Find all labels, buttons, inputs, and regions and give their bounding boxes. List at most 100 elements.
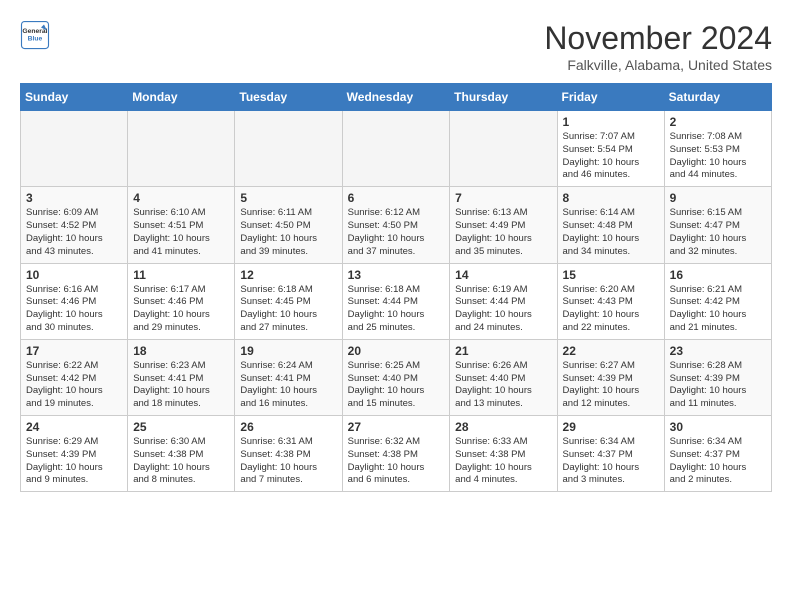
day-info: Sunrise: 6:33 AM Sunset: 4:38 PM Dayligh… xyxy=(455,436,551,487)
day-number: 4 xyxy=(133,191,229,205)
day-info: Sunrise: 6:23 AM Sunset: 4:41 PM Dayligh… xyxy=(133,360,229,411)
day-number: 29 xyxy=(563,420,659,434)
calendar-cell: 8 Sunrise: 6:14 AM Sunset: 4:48 PM Daylig… xyxy=(557,187,664,263)
day-info: Sunrise: 6:34 AM Sunset: 4:37 PM Dayligh… xyxy=(563,436,659,487)
page-header: General Blue November 2024 Falkville, Al… xyxy=(20,20,772,73)
day-number: 10 xyxy=(26,268,122,282)
day-info: Sunrise: 6:32 AM Sunset: 4:38 PM Dayligh… xyxy=(348,436,445,487)
day-number: 9 xyxy=(670,191,766,205)
day-number: 21 xyxy=(455,344,551,358)
calendar-week-row: 24Sunrise: 6:29 AM Sunset: 4:39 PM Dayli… xyxy=(21,416,772,492)
calendar-cell: 2 Sunrise: 7:08 AM Sunset: 5:53 PM Daylig… xyxy=(664,111,771,187)
calendar-cell xyxy=(235,111,342,187)
calendar-week-row: 17 Sunrise: 6:22 AM Sunset: 4:42 PM Dayli… xyxy=(21,339,772,415)
calendar-cell xyxy=(342,111,450,187)
day-info: Sunrise: 6:11 AM Sunset: 4:50 PM Dayligh… xyxy=(240,207,336,258)
logo-icon: General Blue xyxy=(20,20,50,50)
day-number: 16 xyxy=(670,268,766,282)
day-number: 2 xyxy=(670,115,766,129)
calendar-cell: 24Sunrise: 6:29 AM Sunset: 4:39 PM Dayli… xyxy=(21,416,128,492)
day-info: Sunrise: 6:10 AM Sunset: 4:51 PM Dayligh… xyxy=(133,207,229,258)
calendar-cell xyxy=(21,111,128,187)
calendar-cell: 3Sunrise: 6:09 AM Sunset: 4:52 PM Daylig… xyxy=(21,187,128,263)
calendar-cell: 27 Sunrise: 6:32 AM Sunset: 4:38 PM Dayli… xyxy=(342,416,450,492)
day-info: Sunrise: 6:21 AM Sunset: 4:42 PM Dayligh… xyxy=(670,284,766,335)
day-number: 27 xyxy=(348,420,445,434)
calendar-cell: 11Sunrise: 6:17 AM Sunset: 4:46 PM Dayli… xyxy=(128,263,235,339)
day-number: 28 xyxy=(455,420,551,434)
day-info: Sunrise: 6:31 AM Sunset: 4:38 PM Dayligh… xyxy=(240,436,336,487)
day-info: Sunrise: 6:20 AM Sunset: 4:43 PM Dayligh… xyxy=(563,284,659,335)
day-number: 7 xyxy=(455,191,551,205)
weekday-header-wednesday: Wednesday xyxy=(342,84,450,111)
calendar-table: SundayMondayTuesdayWednesdayThursdayFrid… xyxy=(20,83,772,492)
day-info: Sunrise: 6:16 AM Sunset: 4:46 PM Dayligh… xyxy=(26,284,122,335)
day-number: 30 xyxy=(670,420,766,434)
weekday-header-row: SundayMondayTuesdayWednesdayThursdayFrid… xyxy=(21,84,772,111)
day-number: 19 xyxy=(240,344,336,358)
day-number: 24 xyxy=(26,420,122,434)
day-info: Sunrise: 6:12 AM Sunset: 4:50 PM Dayligh… xyxy=(348,207,445,258)
day-info: Sunrise: 6:24 AM Sunset: 4:41 PM Dayligh… xyxy=(240,360,336,411)
calendar-cell: 20 Sunrise: 6:25 AM Sunset: 4:40 PM Dayli… xyxy=(342,339,450,415)
day-number: 14 xyxy=(455,268,551,282)
calendar-cell: 19 Sunrise: 6:24 AM Sunset: 4:41 PM Dayli… xyxy=(235,339,342,415)
day-number: 26 xyxy=(240,420,336,434)
month-title: November 2024 xyxy=(544,20,772,57)
day-number: 23 xyxy=(670,344,766,358)
calendar-cell: 25Sunrise: 6:30 AM Sunset: 4:38 PM Dayli… xyxy=(128,416,235,492)
calendar-cell: 4 Sunrise: 6:10 AM Sunset: 4:51 PM Daylig… xyxy=(128,187,235,263)
day-info: Sunrise: 6:22 AM Sunset: 4:42 PM Dayligh… xyxy=(26,360,122,411)
calendar-cell: 21 Sunrise: 6:26 AM Sunset: 4:40 PM Dayli… xyxy=(450,339,557,415)
day-number: 1 xyxy=(563,115,659,129)
day-number: 12 xyxy=(240,268,336,282)
calendar-week-row: 3Sunrise: 6:09 AM Sunset: 4:52 PM Daylig… xyxy=(21,187,772,263)
calendar-cell: 6 Sunrise: 6:12 AM Sunset: 4:50 PM Daylig… xyxy=(342,187,450,263)
day-number: 15 xyxy=(563,268,659,282)
day-info: Sunrise: 6:26 AM Sunset: 4:40 PM Dayligh… xyxy=(455,360,551,411)
weekday-header-sunday: Sunday xyxy=(21,84,128,111)
day-info: Sunrise: 6:25 AM Sunset: 4:40 PM Dayligh… xyxy=(348,360,445,411)
day-number: 8 xyxy=(563,191,659,205)
calendar-week-row: 10 Sunrise: 6:16 AM Sunset: 4:46 PM Dayli… xyxy=(21,263,772,339)
day-info: Sunrise: 6:18 AM Sunset: 4:44 PM Dayligh… xyxy=(348,284,445,335)
calendar-cell: 13 Sunrise: 6:18 AM Sunset: 4:44 PM Dayli… xyxy=(342,263,450,339)
day-info: Sunrise: 6:13 AM Sunset: 4:49 PM Dayligh… xyxy=(455,207,551,258)
calendar-cell: 17 Sunrise: 6:22 AM Sunset: 4:42 PM Dayli… xyxy=(21,339,128,415)
day-number: 17 xyxy=(26,344,122,358)
day-number: 6 xyxy=(348,191,445,205)
day-info: Sunrise: 6:14 AM Sunset: 4:48 PM Dayligh… xyxy=(563,207,659,258)
day-number: 3 xyxy=(26,191,122,205)
day-info: Sunrise: 6:34 AM Sunset: 4:37 PM Dayligh… xyxy=(670,436,766,487)
calendar-week-row: 1 Sunrise: 7:07 AM Sunset: 5:54 PM Daylig… xyxy=(21,111,772,187)
weekday-header-friday: Friday xyxy=(557,84,664,111)
calendar-cell: 26 Sunrise: 6:31 AM Sunset: 4:38 PM Dayli… xyxy=(235,416,342,492)
calendar-cell xyxy=(128,111,235,187)
calendar-cell: 18 Sunrise: 6:23 AM Sunset: 4:41 PM Dayli… xyxy=(128,339,235,415)
day-number: 13 xyxy=(348,268,445,282)
weekday-header-saturday: Saturday xyxy=(664,84,771,111)
calendar-cell: 5 Sunrise: 6:11 AM Sunset: 4:50 PM Daylig… xyxy=(235,187,342,263)
day-info: Sunrise: 6:27 AM Sunset: 4:39 PM Dayligh… xyxy=(563,360,659,411)
calendar-cell: 12 Sunrise: 6:18 AM Sunset: 4:45 PM Dayli… xyxy=(235,263,342,339)
svg-text:Blue: Blue xyxy=(28,35,43,42)
day-info: Sunrise: 6:18 AM Sunset: 4:45 PM Dayligh… xyxy=(240,284,336,335)
calendar-cell: 10 Sunrise: 6:16 AM Sunset: 4:46 PM Dayli… xyxy=(21,263,128,339)
day-number: 20 xyxy=(348,344,445,358)
day-info: Sunrise: 7:08 AM Sunset: 5:53 PM Dayligh… xyxy=(670,131,766,182)
calendar-cell: 14 Sunrise: 6:19 AM Sunset: 4:44 PM Dayli… xyxy=(450,263,557,339)
location: Falkville, Alabama, United States xyxy=(544,57,772,73)
day-number: 5 xyxy=(240,191,336,205)
day-info: Sunrise: 6:19 AM Sunset: 4:44 PM Dayligh… xyxy=(455,284,551,335)
day-info: Sunrise: 7:07 AM Sunset: 5:54 PM Dayligh… xyxy=(563,131,659,182)
calendar-cell xyxy=(450,111,557,187)
day-info: Sunrise: 6:17 AM Sunset: 4:46 PM Dayligh… xyxy=(133,284,229,335)
calendar-cell: 30 Sunrise: 6:34 AM Sunset: 4:37 PM Dayli… xyxy=(664,416,771,492)
calendar-cell: 16 Sunrise: 6:21 AM Sunset: 4:42 PM Dayli… xyxy=(664,263,771,339)
day-info: Sunrise: 6:28 AM Sunset: 4:39 PM Dayligh… xyxy=(670,360,766,411)
weekday-header-tuesday: Tuesday xyxy=(235,84,342,111)
day-info: Sunrise: 6:30 AM Sunset: 4:38 PM Dayligh… xyxy=(133,436,229,487)
calendar-cell: 9Sunrise: 6:15 AM Sunset: 4:47 PM Daylig… xyxy=(664,187,771,263)
calendar-cell: 22Sunrise: 6:27 AM Sunset: 4:39 PM Dayli… xyxy=(557,339,664,415)
day-number: 18 xyxy=(133,344,229,358)
